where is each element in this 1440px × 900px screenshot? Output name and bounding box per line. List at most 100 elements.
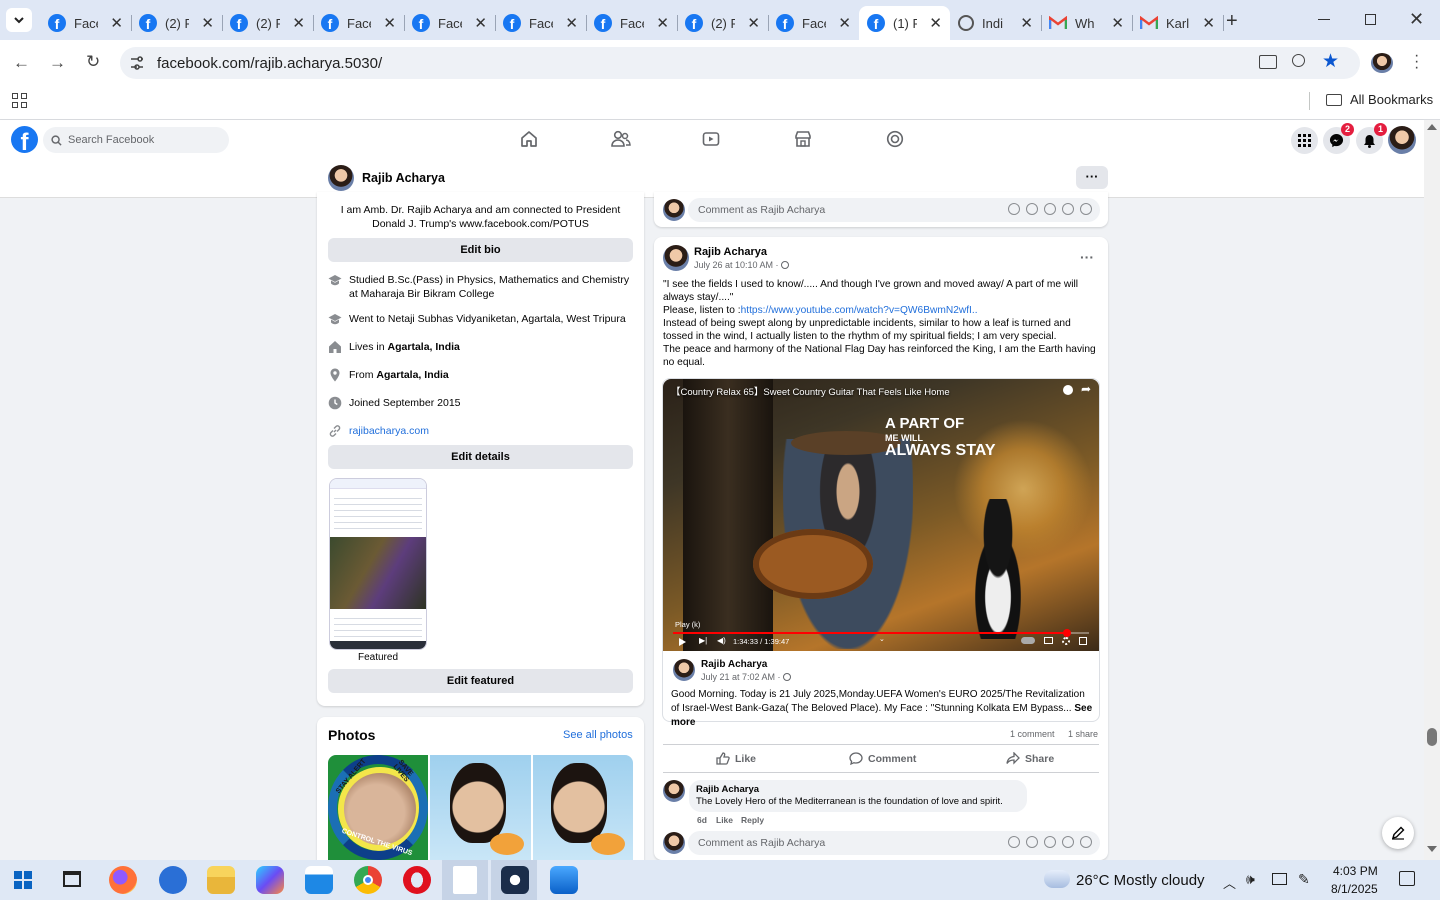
install-app-icon[interactable] xyxy=(1259,55,1277,69)
store-icon[interactable] xyxy=(305,866,333,894)
tray-chevron-icon[interactable]: ︿ xyxy=(1223,873,1236,892)
tab-close-icon[interactable]: ✕ xyxy=(656,14,669,32)
volume-tray-icon[interactable]: 🕪 xyxy=(1246,871,1255,888)
photo-thumb-3[interactable] xyxy=(533,755,633,860)
profile-bar-avatar[interactable] xyxy=(328,165,354,191)
commenter-avatar[interactable] xyxy=(663,780,685,802)
watch-icon[interactable] xyxy=(702,130,722,150)
comment-avatar[interactable] xyxy=(663,199,685,221)
shared-author-name[interactable]: Rajib Acharya xyxy=(701,659,767,670)
sticker-icon[interactable] xyxy=(1080,836,1092,848)
notifications-button[interactable]: 1 xyxy=(1356,123,1387,154)
tab-close-icon[interactable]: ✕ xyxy=(838,14,851,32)
comment-button[interactable]: Comment xyxy=(849,752,916,765)
shared-timestamp[interactable]: July 21 at 7:02 AM · xyxy=(701,672,791,682)
photo-thumb-1[interactable]: STAY ALERT SAVE LIVES CONTROL THE VIRUS xyxy=(328,755,428,860)
see-all-photos-link[interactable]: See all photos xyxy=(563,729,633,741)
browser-tab[interactable]: f Face ✕ xyxy=(768,6,860,40)
copilot-icon[interactable] xyxy=(256,866,284,894)
shares-count[interactable]: 1 share xyxy=(1068,729,1098,739)
bookmark-star-icon[interactable]: ★ xyxy=(1322,50,1339,73)
lives-location[interactable]: Agartala, India xyxy=(388,341,460,353)
sticker-icon[interactable] xyxy=(1080,203,1092,215)
zoom-icon[interactable] xyxy=(1292,54,1305,67)
next-button[interactable]: ▶| xyxy=(699,636,707,645)
video-progress-track[interactable] xyxy=(673,629,1089,637)
like-button[interactable]: Like xyxy=(716,752,756,765)
website-link[interactable]: rajibacharya.com xyxy=(349,424,429,438)
post-options-button[interactable]: ··· xyxy=(1080,249,1094,265)
chrome-menu-icon[interactable]: · · · xyxy=(1414,48,1419,76)
tab-close-icon[interactable]: ✕ xyxy=(474,14,487,32)
clock-date[interactable]: 8/1/2025 xyxy=(1331,882,1378,896)
back-button[interactable]: ← xyxy=(13,53,30,73)
browser-tab[interactable]: Indi ✕ xyxy=(950,6,1042,40)
featured-thumbnail[interactable] xyxy=(329,478,427,650)
tab-close-icon[interactable]: ✕ xyxy=(929,14,942,32)
page-scrollbar[interactable] xyxy=(1424,120,1440,860)
profile-more-button[interactable]: ··· xyxy=(1076,166,1108,189)
share-button[interactable]: Share xyxy=(1006,752,1054,765)
subtitles-icon[interactable] xyxy=(1044,637,1053,644)
volume-icon[interactable]: ◀) xyxy=(717,636,726,645)
shared-author-avatar[interactable] xyxy=(673,659,695,681)
edit-bio-button[interactable]: Edit bio xyxy=(328,238,633,262)
tab-search-button[interactable] xyxy=(6,8,32,32)
autoplay-toggle[interactable] xyxy=(1021,637,1035,644)
camera-icon[interactable] xyxy=(1044,836,1056,848)
media-app-icon[interactable] xyxy=(501,866,529,894)
browser-tab[interactable]: f Face ✕ xyxy=(404,6,496,40)
browser-tab[interactable]: f Face ✕ xyxy=(40,6,132,40)
tab-close-icon[interactable]: ✕ xyxy=(1020,14,1033,32)
tab-close-icon[interactable]: ✕ xyxy=(201,14,214,32)
browser-tab[interactable]: f Face ✕ xyxy=(313,6,405,40)
post-comment-input[interactable]: Comment as Rajib Acharya xyxy=(688,831,1100,855)
share-arrow-icon[interactable]: ➦ xyxy=(1081,382,1091,396)
fullscreen-icon[interactable] xyxy=(1079,637,1087,645)
clock-icon[interactable] xyxy=(1063,385,1073,395)
facebook-search-input[interactable]: Search Facebook xyxy=(43,127,229,153)
facebook-logo[interactable]: f xyxy=(11,126,38,153)
avatar-sticker-icon[interactable] xyxy=(1008,836,1020,848)
post-timestamp[interactable]: July 26 at 10:10 AM · xyxy=(694,260,789,270)
gif-icon[interactable] xyxy=(1062,203,1074,215)
browser-tab[interactable]: Wh ✕ xyxy=(1041,6,1133,40)
photos-app-icon[interactable] xyxy=(550,866,578,894)
home-icon[interactable] xyxy=(520,130,540,150)
comment-avatar[interactable] xyxy=(663,832,685,854)
comment-like-link[interactable]: Like xyxy=(716,815,733,825)
opera-icon[interactable] xyxy=(403,866,431,894)
browser-tab[interactable]: f (2) F ✕ xyxy=(131,6,223,40)
post-author-avatar[interactable] xyxy=(663,245,689,271)
new-tab-button[interactable]: + xyxy=(1226,10,1238,33)
play-button[interactable] xyxy=(679,638,686,646)
restore-button[interactable] xyxy=(1365,14,1376,25)
app-icon[interactable] xyxy=(159,866,187,894)
close-window-button[interactable]: ✕ xyxy=(1409,9,1424,30)
scroll-down-arrow[interactable] xyxy=(1427,846,1437,852)
gif-icon[interactable] xyxy=(1062,836,1074,848)
camera-icon[interactable] xyxy=(1044,203,1056,215)
new-message-button[interactable] xyxy=(1382,817,1414,849)
all-bookmarks-button[interactable]: All Bookmarks xyxy=(1326,92,1433,107)
edit-details-button[interactable]: Edit details xyxy=(328,445,633,469)
avatar-sticker-icon[interactable] xyxy=(1008,203,1020,215)
tab-close-icon[interactable]: ✕ xyxy=(1202,14,1215,32)
post-author-name[interactable]: Rajib Acharya xyxy=(694,246,767,258)
settings-icon[interactable] xyxy=(1062,637,1070,645)
friends-icon[interactable] xyxy=(611,130,631,150)
tab-close-icon[interactable]: ✕ xyxy=(1111,14,1124,32)
notepad-icon[interactable] xyxy=(453,866,477,894)
emoji-icon[interactable] xyxy=(1026,203,1038,215)
url-text[interactable]: facebook.com/rajib.acharya.5030/ xyxy=(157,55,382,72)
emoji-icon[interactable] xyxy=(1026,836,1038,848)
tab-close-icon[interactable]: ✕ xyxy=(292,14,305,32)
edit-featured-button[interactable]: Edit featured xyxy=(328,669,633,693)
menu-grid-button[interactable] xyxy=(1291,127,1318,154)
commenter-name[interactable]: Rajib Acharya xyxy=(696,784,759,795)
scrollbar-thumb[interactable] xyxy=(1427,728,1437,746)
browser-tab[interactable]: Karl ✕ xyxy=(1132,6,1224,40)
top-comment-input[interactable]: Comment as Rajib Acharya xyxy=(688,198,1100,222)
tab-close-icon[interactable]: ✕ xyxy=(383,14,396,32)
browser-tab[interactable]: f Face ✕ xyxy=(495,6,587,40)
